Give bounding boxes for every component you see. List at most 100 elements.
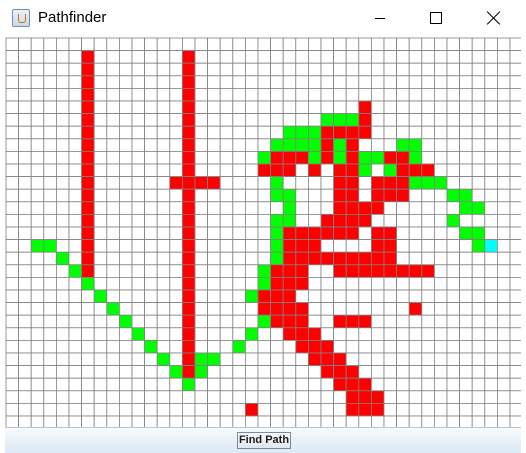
wall-cell[interactable] [358,314,372,329]
empty-cell[interactable] [207,37,221,52]
empty-cell[interactable] [421,289,435,304]
empty-cell[interactable] [270,402,284,417]
empty-cell[interactable] [244,113,259,127]
empty-cell[interactable] [106,62,120,77]
empty-cell[interactable] [131,176,146,190]
wall-cell[interactable] [370,201,385,215]
empty-cell[interactable] [270,377,284,392]
empty-cell[interactable] [43,213,57,228]
wall-cell[interactable] [358,100,372,115]
empty-cell[interactable] [18,352,32,367]
empty-cell[interactable] [459,239,473,253]
empty-cell[interactable] [194,100,209,115]
empty-cell[interactable] [56,125,70,140]
empty-cell[interactable] [119,239,133,253]
empty-cell[interactable] [433,151,448,165]
empty-cell[interactable] [446,37,461,52]
empty-cell[interactable] [484,264,498,278]
empty-cell[interactable] [358,75,372,89]
empty-cell[interactable] [156,201,171,215]
empty-cell[interactable] [358,365,372,379]
empty-cell[interactable] [131,75,146,89]
empty-cell[interactable] [207,327,221,341]
empty-cell[interactable] [93,390,108,404]
empty-cell[interactable] [295,365,309,379]
empty-cell[interactable] [68,402,83,417]
empty-cell[interactable] [509,125,521,140]
empty-cell[interactable] [509,163,521,178]
empty-cell[interactable] [358,352,372,367]
path-cell[interactable] [144,339,158,354]
empty-cell[interactable] [207,276,221,291]
empty-cell[interactable] [446,415,461,427]
empty-cell[interactable] [30,289,45,304]
empty-cell[interactable] [169,226,183,241]
empty-cell[interactable] [471,352,486,367]
empty-cell[interactable] [18,125,32,140]
empty-cell[interactable] [106,213,120,228]
empty-cell[interactable] [421,239,435,253]
wall-cell[interactable] [307,339,322,354]
empty-cell[interactable] [295,62,309,77]
path-cell[interactable] [459,188,473,203]
empty-cell[interactable] [219,251,234,266]
empty-cell[interactable] [471,37,486,52]
empty-cell[interactable] [18,100,32,115]
empty-cell[interactable] [307,37,322,52]
path-cell[interactable] [471,201,486,215]
empty-cell[interactable] [421,113,435,127]
minimize-button[interactable] [357,0,403,37]
empty-cell[interactable] [68,100,83,115]
wall-cell[interactable] [282,289,297,304]
empty-cell[interactable] [295,213,309,228]
empty-cell[interactable] [257,138,272,152]
empty-cell[interactable] [421,50,435,64]
empty-cell[interactable] [496,201,511,215]
empty-cell[interactable] [131,163,146,178]
path-cell[interactable] [257,314,272,329]
wall-cell[interactable] [181,201,196,215]
path-cell[interactable] [459,201,473,215]
empty-cell[interactable] [396,390,410,404]
empty-cell[interactable] [194,377,209,392]
empty-cell[interactable] [156,62,171,77]
empty-cell[interactable] [232,377,246,392]
empty-cell[interactable] [270,327,284,341]
empty-cell[interactable] [383,88,398,102]
empty-cell[interactable] [131,302,146,316]
empty-cell[interactable] [320,415,335,427]
empty-cell[interactable] [68,365,83,379]
empty-cell[interactable] [194,213,209,228]
empty-cell[interactable] [131,201,146,215]
empty-cell[interactable] [56,151,70,165]
empty-cell[interactable] [370,113,385,127]
empty-cell[interactable] [156,327,171,341]
empty-cell[interactable] [56,402,70,417]
empty-cell[interactable] [257,339,272,354]
empty-cell[interactable] [119,251,133,266]
empty-cell[interactable] [68,289,83,304]
empty-cell[interactable] [471,377,486,392]
empty-cell[interactable] [119,138,133,152]
wall-cell[interactable] [81,188,95,203]
wall-cell[interactable] [370,239,385,253]
wall-cell[interactable] [207,176,221,190]
empty-cell[interactable] [144,201,158,215]
empty-cell[interactable] [509,50,521,64]
empty-cell[interactable] [5,226,20,241]
empty-cell[interactable] [68,213,83,228]
empty-cell[interactable] [282,339,297,354]
empty-cell[interactable] [282,365,297,379]
empty-cell[interactable] [207,365,221,379]
empty-cell[interactable] [30,314,45,329]
empty-cell[interactable] [232,289,246,304]
empty-cell[interactable] [194,289,209,304]
empty-cell[interactable] [433,100,448,115]
empty-cell[interactable] [93,251,108,266]
empty-cell[interactable] [219,390,234,404]
empty-cell[interactable] [496,402,511,417]
empty-cell[interactable] [307,50,322,64]
empty-cell[interactable] [421,201,435,215]
empty-cell[interactable] [119,213,133,228]
empty-cell[interactable] [106,151,120,165]
